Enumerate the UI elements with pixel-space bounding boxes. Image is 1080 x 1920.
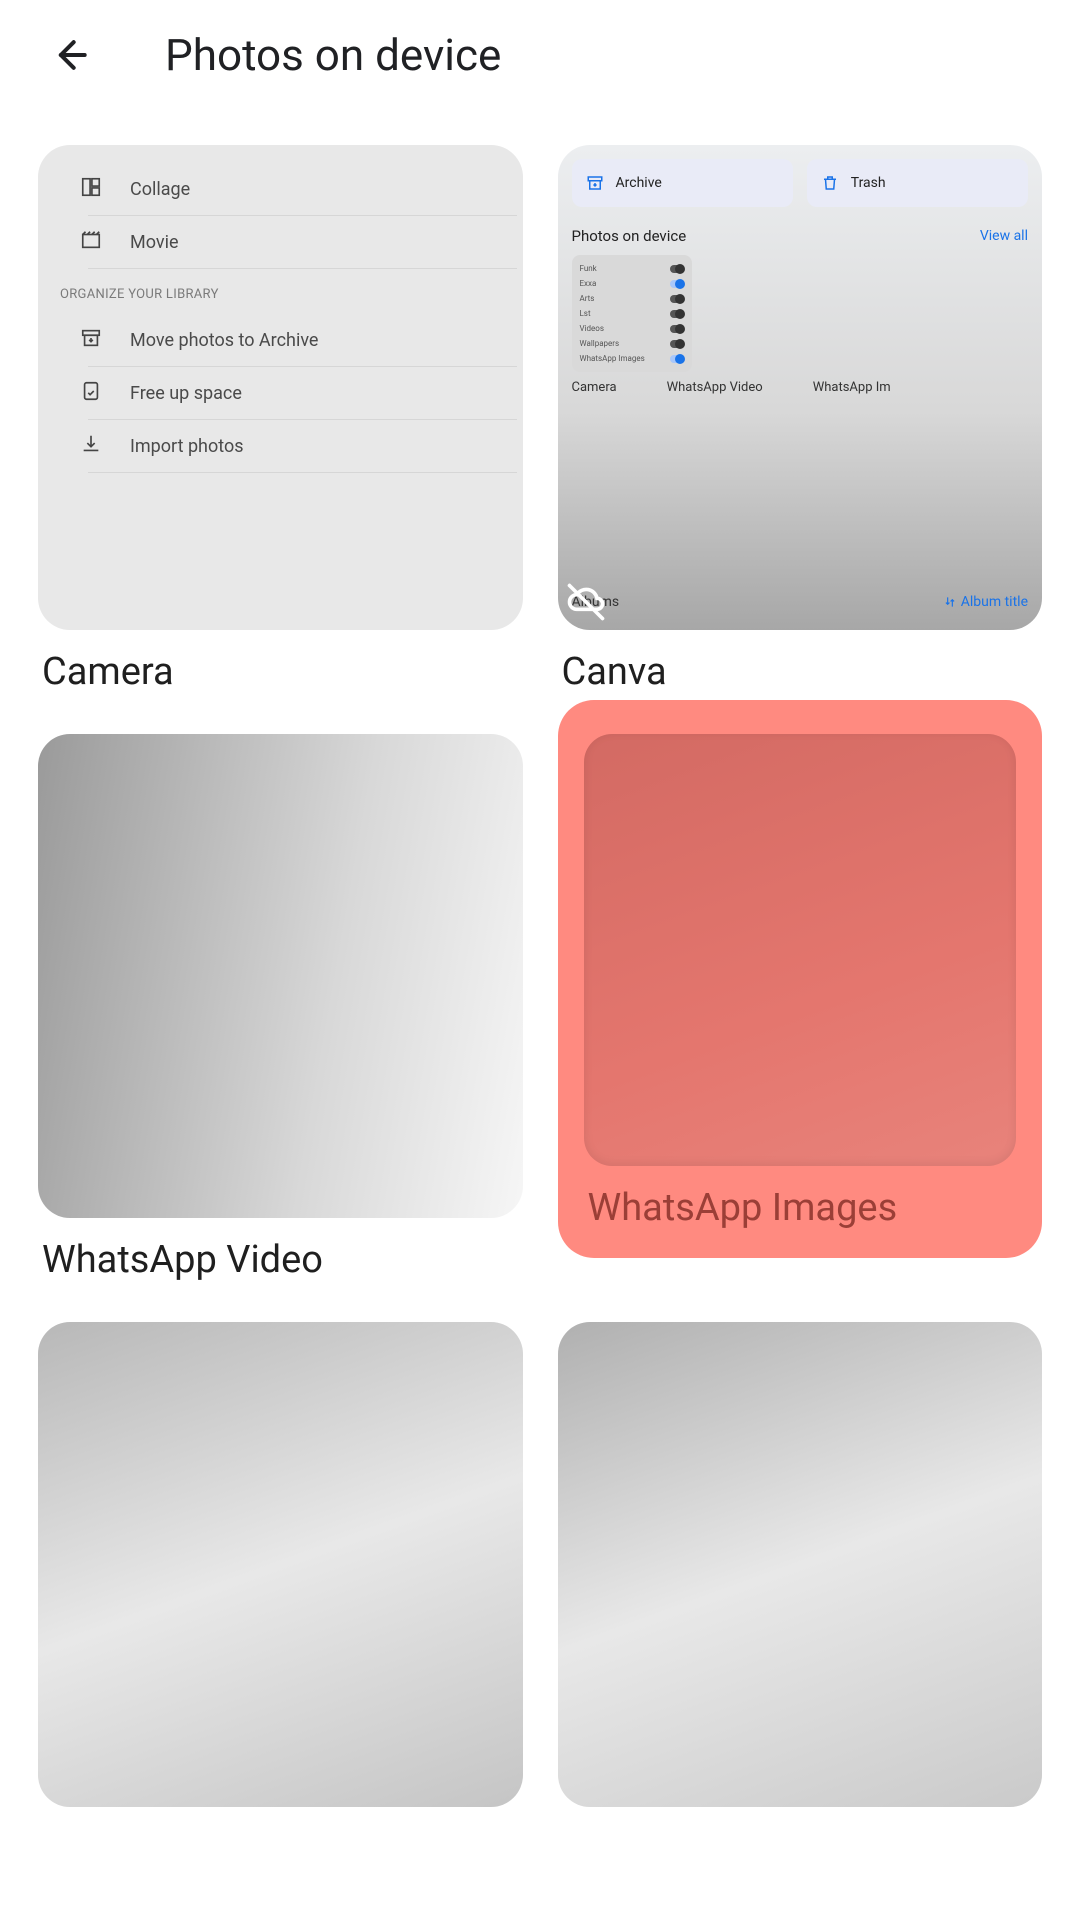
menu-row: Movie [88, 216, 517, 269]
folder-item-whatsapp-images[interactable]: WhatsApp Images [558, 734, 1043, 1283]
arrow-back-icon [48, 33, 92, 77]
free-up-icon [80, 380, 110, 407]
toggle-card: Funk Exxa Arts Lst Videos Wallpapers Wha… [572, 255, 692, 372]
folder-label: WhatsApp Video [38, 1238, 523, 1282]
folder-label: Camera [38, 650, 523, 694]
section-label: Photos on device [572, 227, 687, 245]
highlight-overlay: WhatsApp Images [558, 700, 1043, 1259]
folder-thumbnail: Archive Trash Photos on device View all … [558, 145, 1043, 630]
menu-section-title: ORGANIZE YOUR LIBRARY [38, 269, 523, 314]
folder-item[interactable] [38, 1322, 523, 1807]
folder-grid: Collage Movie ORGANIZE YOUR LIBRARY Move… [0, 110, 1080, 1807]
folder-label: Canva [558, 650, 1043, 694]
menu-row: Move photos to Archive [88, 314, 517, 367]
sort-button: Album title [943, 594, 1028, 610]
menu-row: Import photos [88, 420, 517, 473]
folder-item-canva[interactable]: Archive Trash Photos on device View all … [558, 145, 1043, 694]
menu-row: Free up space [88, 367, 517, 420]
folder-thumbnail [38, 734, 523, 1219]
archive-icon [586, 174, 604, 192]
folder-thumbnail [584, 734, 1017, 1167]
folder-thumbnail: Collage Movie ORGANIZE YOUR LIBRARY Move… [38, 145, 523, 630]
import-icon [80, 433, 110, 460]
folder-item[interactable] [558, 1322, 1043, 1807]
page-title: Photos on device [165, 29, 501, 81]
chip-archive: Archive [572, 159, 793, 207]
folder-thumbnail [38, 1322, 523, 1807]
archive-icon [80, 327, 110, 354]
chip-trash: Trash [807, 159, 1028, 207]
view-all-link: View all [980, 228, 1028, 244]
swap-vert-icon [943, 595, 957, 609]
folder-thumbnail [558, 1322, 1043, 1807]
app-header: Photos on device [0, 0, 1080, 110]
folder-label: WhatsApp Images [584, 1186, 1017, 1230]
collage-icon [80, 176, 110, 203]
menu-row: Collage [88, 163, 517, 216]
folder-item-whatsapp-video[interactable]: WhatsApp Video [38, 734, 523, 1283]
movie-icon [80, 229, 110, 256]
back-button[interactable] [40, 25, 100, 85]
cloud-off-icon [564, 580, 608, 624]
folder-item-camera[interactable]: Collage Movie ORGANIZE YOUR LIBRARY Move… [38, 145, 523, 694]
trash-icon [821, 174, 839, 192]
